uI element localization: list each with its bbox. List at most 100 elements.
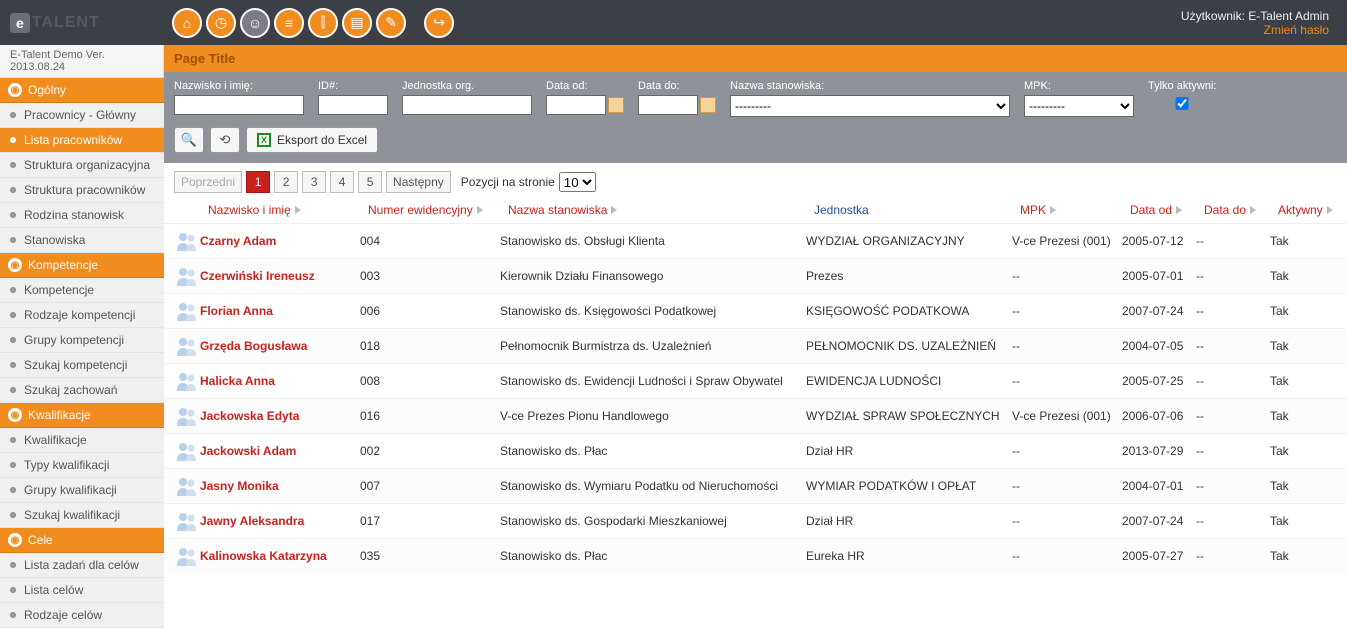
- next-page-button[interactable]: Następny: [386, 171, 451, 193]
- clock-icon[interactable]: ◷: [206, 8, 236, 38]
- sidebar-section-header[interactable]: ◉Kwalifikacje: [0, 403, 164, 428]
- cell-unit: PEŁNOMOCNIK DS. UZALEŻNIEŃ: [806, 339, 1012, 353]
- th-mpk[interactable]: MPK: [1020, 203, 1130, 217]
- cell-id: 008: [360, 374, 500, 388]
- row-avatar: [174, 300, 200, 322]
- row-avatar: [174, 545, 200, 567]
- sidebar-item[interactable]: Pracownicy - Główny: [0, 103, 164, 128]
- sidebar-section-header[interactable]: ◉Cele: [0, 528, 164, 553]
- table-row: Jawny Aleksandra017Stanowisko ds. Gospod…: [164, 503, 1347, 538]
- search-button[interactable]: 🔍: [174, 127, 204, 153]
- th-unit[interactable]: Jednostka: [814, 203, 1020, 217]
- sidebar-section-header[interactable]: ◉Kompetencje: [0, 253, 164, 278]
- bullet-icon: [10, 237, 16, 243]
- sidebar-item[interactable]: Rodzina stanowisk: [0, 203, 164, 228]
- cell-position: Stanowisko ds. Płac: [500, 444, 806, 458]
- chart-icon[interactable]: ⫿: [308, 8, 338, 38]
- bullet-icon: [10, 162, 16, 168]
- th-dateto[interactable]: Data do: [1204, 203, 1278, 217]
- sidebar-item[interactable]: Szukaj zachowań: [0, 378, 164, 403]
- page-number-button[interactable]: 3: [302, 171, 326, 193]
- sidebar-item[interactable]: Lista zadań dla celów: [0, 553, 164, 578]
- calendar-icon[interactable]: [608, 97, 624, 113]
- clear-button[interactable]: ⟲: [210, 127, 240, 153]
- page-title: Page Title: [174, 51, 235, 66]
- employee-name-link[interactable]: Czerwiński Ireneusz: [200, 269, 315, 283]
- cell-mpk: --: [1012, 304, 1122, 318]
- page-number-button[interactable]: 2: [274, 171, 298, 193]
- employee-name-link[interactable]: Florian Anna: [200, 304, 273, 318]
- list-icon[interactable]: ≡: [274, 8, 304, 38]
- section-icon: ◉: [8, 408, 22, 422]
- sidebar-item[interactable]: Struktura organizacyjna: [0, 153, 164, 178]
- table-row: Jackowska Edyta016V-ce Prezes Pionu Hand…: [164, 398, 1347, 433]
- section-icon: ◉: [8, 533, 22, 547]
- sidebar-item[interactable]: Rodzaje kompetencji: [0, 303, 164, 328]
- filter-id-input[interactable]: [318, 95, 388, 115]
- sidebar-item-label: Kwalifikacje: [24, 433, 87, 447]
- book-icon[interactable]: ▤: [342, 8, 372, 38]
- sidebar-item[interactable]: Rodzaje celów: [0, 603, 164, 628]
- filter-position-select[interactable]: ---------: [730, 95, 1010, 117]
- people-icon[interactable]: ☺: [240, 8, 270, 38]
- cell-id: 003: [360, 269, 500, 283]
- sidebar-item-label: Lista celów: [24, 583, 83, 597]
- sidebar-item[interactable]: Lista pracowników: [0, 128, 164, 153]
- employee-name-link[interactable]: Halicka Anna: [200, 374, 275, 388]
- employee-name-link[interactable]: Jackowski Adam: [200, 444, 296, 458]
- filter-mpk-select[interactable]: ---------: [1024, 95, 1134, 117]
- sidebar-item[interactable]: Grupy kompetencji: [0, 328, 164, 353]
- employee-name-link[interactable]: Jawny Aleksandra: [200, 514, 304, 528]
- sidebar-item[interactable]: Struktura pracowników: [0, 178, 164, 203]
- page-size-select[interactable]: 10: [559, 172, 596, 192]
- bullet-icon: [10, 312, 16, 318]
- prev-page-button[interactable]: Poprzedni: [174, 171, 242, 193]
- cell-position: Stanowisko ds. Ewidencji Ludności i Spra…: [500, 374, 806, 388]
- filter-dateto-input[interactable]: [638, 95, 698, 115]
- filter-unit-input[interactable]: [402, 95, 532, 115]
- th-active[interactable]: Aktywny: [1278, 203, 1347, 217]
- wrench-icon[interactable]: ✎: [376, 8, 406, 38]
- cell-id: 035: [360, 549, 500, 563]
- export-excel-button[interactable]: X Eksport do Excel: [246, 127, 378, 153]
- action-bar: 🔍 ⟲ X Eksport do Excel: [164, 127, 1347, 163]
- cell-dateto: --: [1196, 304, 1270, 318]
- th-id[interactable]: Numer ewidencyjny: [368, 203, 508, 217]
- page-title-bar: Page Title: [164, 45, 1347, 72]
- change-password-link[interactable]: Zmień hasło: [1181, 23, 1329, 37]
- page-number-button[interactable]: 4: [330, 171, 354, 193]
- th-name[interactable]: Nazwisko i imię: [208, 203, 368, 217]
- employee-name-link[interactable]: Jasny Monika: [200, 479, 279, 493]
- page-number-button[interactable]: 1: [246, 171, 270, 193]
- filter-active-checkbox[interactable]: [1148, 97, 1216, 110]
- person-pair-icon: [175, 231, 199, 251]
- sidebar-section-header[interactable]: ◉Ogólny: [0, 78, 164, 103]
- sidebar-item-label: Struktura pracowników: [24, 183, 145, 197]
- sidebar-item[interactable]: Szukaj kompetencji: [0, 353, 164, 378]
- home-icon[interactable]: ⌂: [172, 8, 202, 38]
- sidebar-item[interactable]: Kwalifikacje: [0, 428, 164, 453]
- row-avatar: [174, 265, 200, 287]
- calendar-icon[interactable]: [700, 97, 716, 113]
- sidebar-item[interactable]: Lista celów: [0, 578, 164, 603]
- cell-id: 018: [360, 339, 500, 353]
- sidebar-item[interactable]: Szukaj kwalifikacji: [0, 503, 164, 528]
- row-avatar: [174, 335, 200, 357]
- employee-name-link[interactable]: Kalinowska Katarzyna: [200, 549, 327, 563]
- filter-datefrom-input[interactable]: [546, 95, 606, 115]
- cell-datefrom: 2004-07-01: [1122, 479, 1196, 493]
- sidebar-item[interactable]: Grupy kwalifikacji: [0, 478, 164, 503]
- employee-name-link[interactable]: Jackowska Edyta: [200, 409, 299, 423]
- cell-active: Tak: [1270, 444, 1340, 458]
- cell-datefrom: 2005-07-27: [1122, 549, 1196, 563]
- filter-name-input[interactable]: [174, 95, 304, 115]
- employee-name-link[interactable]: Grzęda Bogusława: [200, 339, 307, 353]
- sidebar-item[interactable]: Stanowiska: [0, 228, 164, 253]
- page-number-button[interactable]: 5: [358, 171, 382, 193]
- th-datefrom[interactable]: Data od: [1130, 203, 1204, 217]
- logout-icon[interactable]: ↪: [424, 8, 454, 38]
- employee-name-link[interactable]: Czarny Adam: [200, 234, 276, 248]
- sidebar-item[interactable]: Typy kwalifikacji: [0, 453, 164, 478]
- th-position[interactable]: Nazwa stanowiska: [508, 203, 814, 217]
- sidebar-item[interactable]: Kompetencje: [0, 278, 164, 303]
